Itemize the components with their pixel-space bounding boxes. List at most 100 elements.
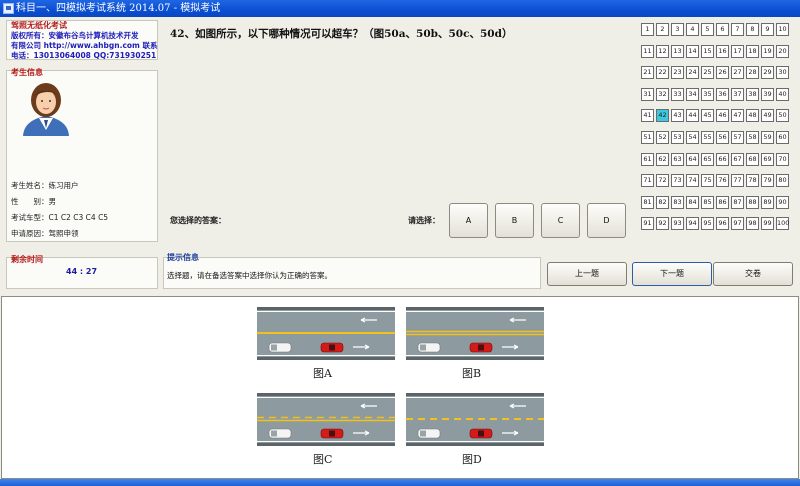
submit-exam-button[interactable]: 交卷 — [713, 262, 793, 286]
question-number-cell[interactable]: 83 — [671, 195, 684, 209]
question-number-cell[interactable]: 82 — [656, 195, 669, 209]
question-number-cell[interactable]: 87 — [731, 195, 744, 209]
question-number-cell[interactable]: 98 — [746, 217, 759, 231]
question-number-cell[interactable]: 12 — [656, 44, 669, 58]
question-number-cell[interactable]: 2 — [656, 23, 669, 36]
option-d-button[interactable]: D — [587, 203, 626, 238]
question-number-cell[interactable]: 73 — [671, 174, 684, 188]
question-number-cell[interactable]: 5 — [701, 23, 714, 36]
question-number-cell[interactable]: 53 — [671, 131, 684, 144]
question-number-cell[interactable]: 78 — [746, 174, 759, 188]
question-number-cell[interactable]: 95 — [701, 217, 714, 231]
question-number-cell[interactable]: 50 — [776, 109, 789, 123]
question-number-cell[interactable]: 80 — [776, 174, 789, 188]
question-number-cell[interactable]: 88 — [746, 195, 759, 209]
question-number-cell[interactable]: 9 — [761, 23, 774, 36]
question-number-cell[interactable]: 85 — [701, 195, 714, 209]
next-question-button[interactable]: 下一题 — [632, 262, 712, 286]
question-number-cell[interactable]: 37 — [731, 87, 744, 101]
question-number-cell[interactable]: 74 — [686, 174, 699, 188]
question-number-cell[interactable]: 3 — [671, 23, 684, 36]
question-number-cell[interactable]: 20 — [776, 44, 789, 58]
question-number-cell[interactable]: 72 — [656, 174, 669, 188]
question-number-cell[interactable]: 91 — [641, 217, 654, 231]
question-number-cell[interactable]: 26 — [716, 66, 729, 80]
question-number-cell[interactable]: 24 — [686, 66, 699, 80]
question-number-cell[interactable]: 34 — [686, 87, 699, 101]
question-number-cell[interactable]: 44 — [686, 109, 699, 123]
question-number-cell[interactable]: 17 — [731, 44, 744, 58]
question-number-cell[interactable]: 45 — [701, 109, 714, 123]
question-number-cell[interactable]: 46 — [716, 109, 729, 123]
question-number-cell[interactable]: 14 — [686, 44, 699, 58]
question-number-cell[interactable]: 52 — [656, 131, 669, 144]
question-number-cell[interactable]: 89 — [761, 195, 774, 209]
question-number-cell[interactable]: 54 — [686, 131, 699, 144]
question-number-cell[interactable]: 81 — [641, 195, 654, 209]
question-number-cell[interactable]: 28 — [746, 66, 759, 80]
question-number-cell[interactable]: 69 — [761, 152, 774, 166]
option-a-button[interactable]: A — [449, 203, 488, 238]
question-number-cell[interactable]: 63 — [671, 152, 684, 166]
question-number-cell[interactable]: 84 — [686, 195, 699, 209]
question-number-cell[interactable]: 60 — [776, 131, 789, 144]
question-number-cell[interactable]: 32 — [656, 87, 669, 101]
question-number-cell[interactable]: 21 — [641, 66, 654, 80]
question-number-cell[interactable]: 96 — [716, 217, 729, 231]
question-number-cell[interactable]: 47 — [731, 109, 744, 123]
question-number-cell[interactable]: 23 — [671, 66, 684, 80]
question-number-cell[interactable]: 13 — [671, 44, 684, 58]
question-number-cell[interactable]: 62 — [656, 152, 669, 166]
question-number-cell[interactable]: 10 — [776, 23, 789, 36]
question-number-cell[interactable]: 39 — [761, 87, 774, 101]
question-number-cell[interactable]: 22 — [656, 66, 669, 80]
question-number-cell[interactable]: 29 — [761, 66, 774, 80]
question-number-cell[interactable]: 65 — [701, 152, 714, 166]
question-number-cell[interactable]: 94 — [686, 217, 699, 231]
question-number-cell[interactable]: 79 — [761, 174, 774, 188]
option-c-button[interactable]: C — [541, 203, 580, 238]
question-number-cell[interactable]: 15 — [701, 44, 714, 58]
question-number-cell[interactable]: 30 — [776, 66, 789, 80]
question-number-cell[interactable]: 1 — [641, 23, 654, 36]
question-number-cell[interactable]: 70 — [776, 152, 789, 166]
option-b-button[interactable]: B — [495, 203, 534, 238]
question-number-cell[interactable]: 76 — [716, 174, 729, 188]
question-number-cell[interactable]: 56 — [716, 131, 729, 144]
question-number-cell[interactable]: 92 — [656, 217, 669, 231]
question-number-cell[interactable]: 99 — [761, 217, 774, 231]
question-number-cell[interactable]: 33 — [671, 87, 684, 101]
question-number-cell[interactable]: 86 — [716, 195, 729, 209]
question-number-cell[interactable]: 97 — [731, 217, 744, 231]
question-number-cell[interactable]: 25 — [701, 66, 714, 80]
question-number-cell[interactable]: 67 — [731, 152, 744, 166]
question-number-cell[interactable]: 27 — [731, 66, 744, 80]
question-number-cell[interactable]: 57 — [731, 131, 744, 144]
question-number-cell[interactable]: 100 — [776, 217, 789, 231]
question-number-cell[interactable]: 68 — [746, 152, 759, 166]
question-number-cell[interactable]: 4 — [686, 23, 699, 36]
question-number-cell[interactable]: 59 — [761, 131, 774, 144]
question-number-cell[interactable]: 41 — [641, 109, 654, 123]
question-number-cell[interactable]: 11 — [641, 44, 654, 58]
prev-question-button[interactable]: 上一题 — [547, 262, 627, 286]
question-number-cell[interactable]: 35 — [701, 87, 714, 101]
question-number-cell[interactable]: 90 — [776, 195, 789, 209]
question-number-cell[interactable]: 75 — [701, 174, 714, 188]
question-number-cell[interactable]: 51 — [641, 131, 654, 144]
question-number-cell[interactable]: 58 — [746, 131, 759, 144]
question-number-cell[interactable]: 38 — [746, 87, 759, 101]
question-number-cell[interactable]: 93 — [671, 217, 684, 231]
question-number-cell[interactable]: 48 — [746, 109, 759, 123]
question-number-cell[interactable]: 8 — [746, 23, 759, 36]
question-number-cell[interactable]: 61 — [641, 152, 654, 166]
question-number-cell[interactable]: 36 — [716, 87, 729, 101]
question-number-cell[interactable]: 43 — [671, 109, 684, 123]
question-number-cell[interactable]: 40 — [776, 87, 789, 101]
question-number-cell[interactable]: 18 — [746, 44, 759, 58]
question-number-cell[interactable]: 7 — [731, 23, 744, 36]
question-number-cell[interactable]: 31 — [641, 87, 654, 101]
question-number-cell[interactable]: 19 — [761, 44, 774, 58]
question-number-cell[interactable]: 49 — [761, 109, 774, 123]
question-number-cell[interactable]: 16 — [716, 44, 729, 58]
